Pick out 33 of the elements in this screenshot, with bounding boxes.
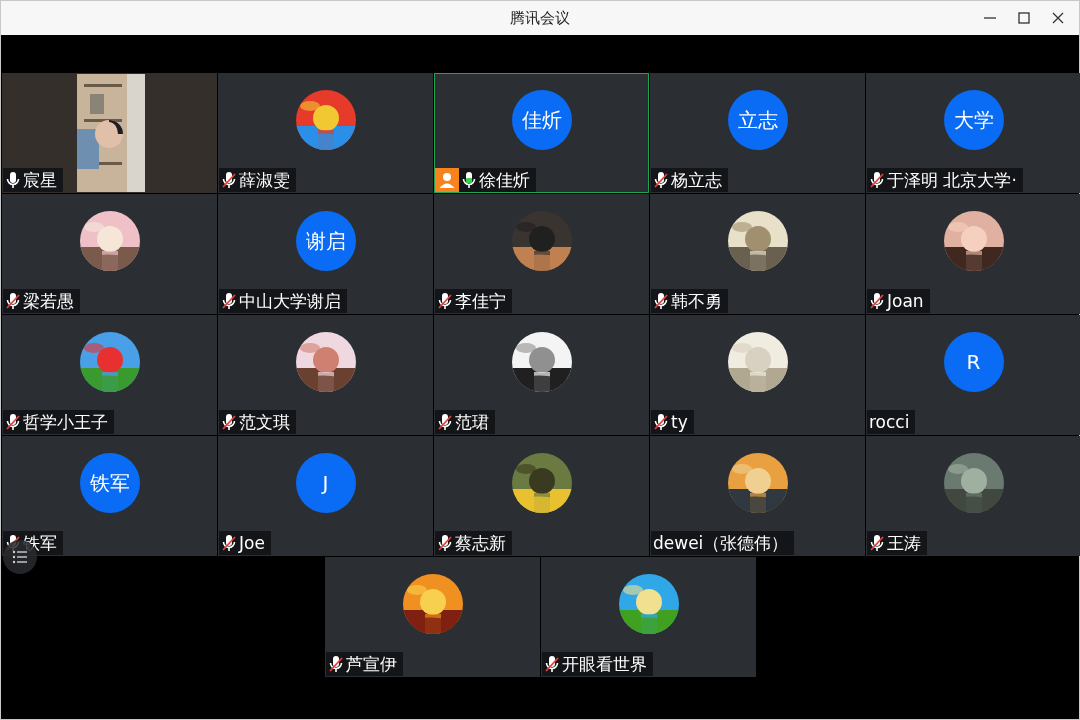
participant-name: 蔡志新 [455, 531, 506, 555]
participant-name: 铁军 [23, 531, 57, 555]
participant-name: rocci [869, 412, 910, 432]
participant-name: 王涛 [887, 531, 921, 555]
participant-name: 宸星 [23, 168, 57, 192]
participant-name: 杨立志 [671, 168, 722, 192]
avatar: 谢启 [295, 211, 356, 271]
avatar: 佳炘 [511, 90, 572, 150]
participant-name: Joe [239, 533, 265, 553]
avatar: R [943, 332, 1004, 392]
participant-name: 于泽明 北京大学· [887, 168, 1017, 192]
window-title: 腾讯会议 [510, 8, 570, 27]
participant-name: 哲学小王子 [23, 410, 108, 434]
participant-name: 徐佳炘 [479, 168, 530, 192]
participant-name: 李佳宁 [455, 289, 506, 313]
close-icon [1051, 11, 1065, 25]
participant-name: 薛淑雯 [239, 168, 290, 192]
participant-name: 开眼看世界 [562, 652, 647, 676]
maximize-icon [1017, 11, 1031, 25]
participant-name: dewei（张德伟） [653, 531, 789, 555]
participant-name: 范珺 [455, 410, 489, 434]
participant-name: 梁若愚 [23, 289, 74, 313]
list-icon [12, 550, 28, 564]
participant-name: 韩不勇 [671, 289, 722, 313]
participant-name: 芦宣伊 [346, 652, 397, 676]
avatar: 立志 [727, 90, 788, 150]
participant-name: ty [671, 412, 688, 432]
avatar: J [295, 453, 356, 513]
participant-name: 中山大学谢启 [239, 289, 341, 313]
avatar: 铁军 [79, 453, 140, 513]
participant-name: Joan [887, 291, 924, 311]
participant-name: 范文琪 [239, 410, 290, 434]
avatar: 大学 [943, 90, 1004, 150]
